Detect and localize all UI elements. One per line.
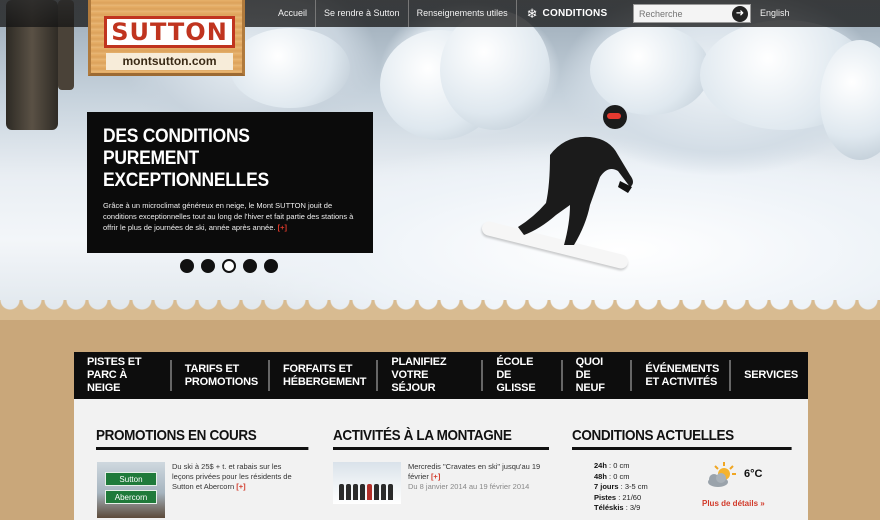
condition-row: 7 jours : 3-5 cm [594, 482, 648, 492]
search-box: ➜ [633, 4, 751, 23]
condition-value: 3/9 [629, 503, 641, 513]
conditions-heading: CONDITIONS ACTUELLES [572, 427, 792, 450]
condition-value: 21/60 [622, 492, 642, 502]
condition-label: 7 jours [594, 482, 619, 492]
slider-dot-active[interactable] [222, 259, 236, 273]
conditions-link[interactable]: ❄ CONDITIONS [515, 0, 616, 27]
slider-dot[interactable] [180, 259, 194, 273]
conditions-list: 24h : 0 cm 48h : 0 cm 7 jours : 3-5 cm P… [594, 461, 684, 514]
mainnav-label: DE NEUF [575, 369, 605, 394]
person-figure [367, 484, 372, 500]
site-logo[interactable]: SUTTON montsutton.com [88, 0, 245, 76]
mainnav-label: QUOI [575, 356, 604, 368]
activity-thumbnail[interactable] [333, 462, 401, 504]
person-figure [353, 484, 358, 500]
slider-dot[interactable] [264, 259, 278, 273]
condition-row: Téléskis : 3/9 [594, 503, 641, 513]
condition-label: Pistes [594, 492, 617, 502]
promotion-thumbnail[interactable]: Sutton Abercorn [97, 462, 165, 518]
main-navigation: PISTES ET PARC À NEIGE TARIFS ET PROMOTION… [74, 352, 808, 399]
conditions-details-link[interactable]: Plus de détails » [702, 499, 765, 508]
condition-label: 48h [594, 471, 607, 481]
logo-brand-text: SUTTON [104, 16, 235, 48]
promotion-more-link[interactable]: [+] [236, 482, 245, 491]
activity-description: Mercredis "Cravates en ski" jusqu'au 19 … [408, 462, 556, 492]
mainnav-label: TARIFS ET [184, 362, 239, 375]
condition-value: 3-5 cm [624, 482, 648, 492]
logo-url-text: montsutton.com [106, 53, 233, 70]
content-panel [74, 399, 808, 520]
nav-link-getting-there[interactable]: Se rendre à Sutton [316, 0, 409, 27]
search-submit-arrow-icon[interactable]: ➜ [732, 6, 748, 22]
mainnav-label: HÉBERGEMENT [282, 375, 367, 388]
condition-label: Téléskis [594, 503, 624, 513]
mainnav-packages-lodging[interactable]: FORFAITS ET HÉBERGEMENT [270, 360, 379, 391]
promo-more-link[interactable]: [+] [278, 223, 287, 232]
promo-title-line: PUREMENT EXCEPTIONNELLES [103, 148, 269, 191]
person-figure [374, 484, 379, 500]
mainnav-trails-parks[interactable]: PISTES ET PARC À NEIGE [74, 356, 172, 394]
promo-title: DES CONDITIONS PUREMENT EXCEPTIONNELLES [103, 126, 337, 192]
person-figure [388, 484, 393, 500]
promotion-description: Du ski à 25$ + t. et rabais sur les leço… [172, 462, 304, 492]
condition-value: 0 cm [613, 461, 630, 470]
mainnav-plan-stay[interactable]: PLANIFIEZ VOTRE SÉJOUR [378, 356, 484, 394]
condition-row: Pistes : 21/60 [594, 492, 642, 502]
temperature-value: 6°C [744, 468, 763, 480]
mainnav-whats-new[interactable]: QUOI DE NEUF [563, 356, 633, 394]
snowboarder-figure [518, 105, 633, 245]
activity-text: Mercredis "Cravates en ski" jusqu'au 19 … [408, 462, 541, 481]
promotion-text: Du ski à 25$ + t. et rabais sur les leço… [172, 462, 292, 491]
top-navigation: Accueil Se rendre à Sutton Renseignement… [270, 0, 615, 27]
activity-more-link[interactable]: [+] [431, 472, 440, 481]
condition-value: 0 cm [613, 471, 630, 481]
promo-body: Grâce à un microclimat généreux en neige… [103, 200, 357, 233]
slider-pagination [180, 259, 278, 273]
mainnav-label: ÉCOLE [496, 356, 534, 368]
nav-link-useful-info[interactable]: Renseignements utiles [409, 0, 516, 27]
partly-cloudy-icon [708, 462, 736, 487]
person-figure [381, 484, 386, 500]
road-sign: Sutton [105, 472, 157, 486]
activity-date: Du 8 janvier 2014 au 19 février 2014 [408, 482, 530, 491]
person-figure [360, 484, 365, 500]
promo-title-line: DES CONDITIONS [103, 126, 250, 147]
mainnav-events-activities[interactable]: ÉVÉNEMENTS ET ACTIVITÉS [632, 360, 732, 391]
paper-edge [0, 300, 880, 320]
promo-body-text: Grâce à un microclimat généreux en neige… [103, 201, 354, 232]
slider-dot[interactable] [243, 259, 257, 273]
conditions-label: CONDITIONS [542, 8, 608, 19]
mainnav-rates-promotions[interactable]: TARIFS ET PROMOTIONS [172, 360, 270, 391]
person-figure [346, 484, 351, 500]
snowy-tree [230, 28, 350, 108]
person-figure [339, 484, 344, 500]
mainnav-label: ÉVÉNEMENTS [645, 362, 720, 375]
mainnav-label: VOTRE SÉJOUR [391, 369, 436, 394]
slider-dot[interactable] [201, 259, 215, 273]
nav-link-home[interactable]: Accueil [270, 0, 317, 27]
mainnav-label: DE GLISSE [496, 369, 536, 394]
road-sign: Abercorn [105, 490, 157, 504]
language-switch-link[interactable]: English [760, 0, 790, 27]
mainnav-label: PROMOTIONS [184, 375, 258, 388]
condition-row: 48h : 0 cm [594, 471, 630, 481]
mainnav-services[interactable]: SERVICES [731, 360, 808, 391]
mainnav-label: ET ACTIVITÉS [645, 375, 718, 388]
hero-promo-box: DES CONDITIONS PUREMENT EXCEPTIONNELLES … [87, 112, 373, 253]
mainnav-label: FORFAITS ET [282, 362, 353, 375]
mainnav-label: PARC À NEIGE [87, 369, 128, 394]
mainnav-label: SERVICES [744, 369, 798, 381]
mainnav-label: PLANIFIEZ [391, 356, 447, 368]
promotions-heading: PROMOTIONS EN COURS [96, 427, 309, 450]
mainnav-label: PISTES ET [87, 356, 142, 368]
activities-heading: ACTIVITÉS À LA MONTAGNE [333, 427, 549, 450]
search-input[interactable] [634, 5, 730, 22]
condition-row: 24h : 0 cm [594, 461, 630, 470]
mainnav-ski-school[interactable]: ÉCOLE DE GLISSE [483, 356, 563, 394]
snowflake-icon: ❄ [526, 6, 538, 21]
condition-label: 24h [594, 461, 607, 470]
